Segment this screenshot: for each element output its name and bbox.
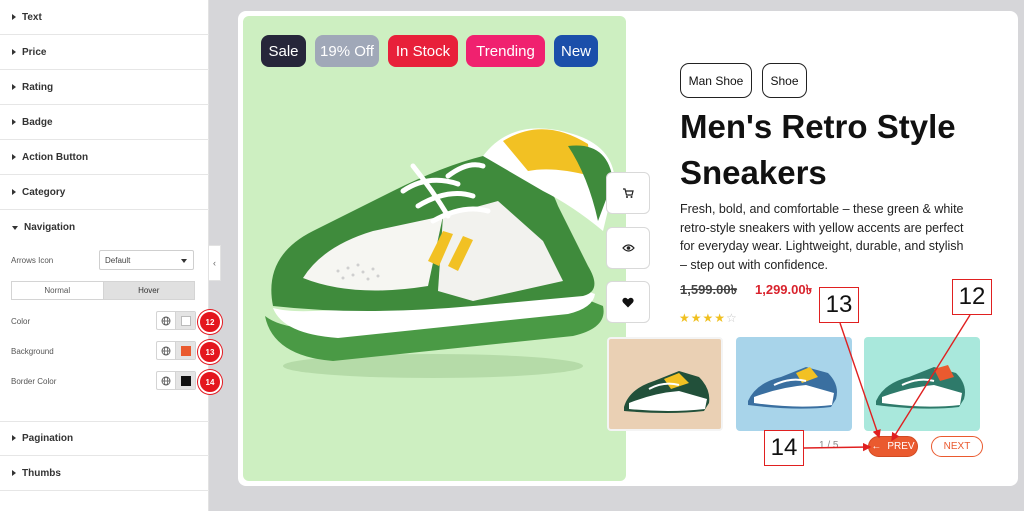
callout-14: 14 bbox=[764, 430, 804, 466]
border-color-picker[interactable] bbox=[156, 371, 196, 390]
stars-filled: ★★★★ bbox=[679, 311, 727, 325]
tag-sale: Sale bbox=[261, 35, 306, 67]
tab-normal[interactable]: Normal bbox=[12, 282, 103, 299]
prev-label: PREV bbox=[887, 441, 915, 452]
product-title: Men's Retro Style Sneakers bbox=[680, 104, 1000, 196]
stars-empty: ☆ bbox=[726, 311, 738, 325]
caret-right-icon bbox=[12, 470, 16, 476]
tag-in-stock: In Stock bbox=[388, 35, 458, 67]
category-man-shoe[interactable]: Man Shoe bbox=[680, 63, 752, 98]
caret-right-icon bbox=[12, 189, 16, 195]
wishlist-button[interactable] bbox=[606, 281, 650, 323]
caret-right-icon bbox=[12, 119, 16, 125]
section-label: Pagination bbox=[22, 432, 74, 444]
arrow-left-icon: ← bbox=[871, 441, 882, 452]
original-price: 1,599.00৳ bbox=[680, 282, 738, 297]
caret-right-icon bbox=[12, 49, 16, 55]
thumb-sneaker-image bbox=[624, 371, 710, 413]
section-rating[interactable]: Rating bbox=[0, 70, 209, 105]
product-title-line1: Men's Retro Style bbox=[680, 108, 956, 145]
product-image bbox=[243, 16, 626, 481]
section-badge[interactable]: Badge bbox=[0, 105, 209, 140]
border-color-label: Border Color bbox=[11, 377, 57, 386]
caret-right-icon bbox=[12, 84, 16, 90]
sale-price: 1,299.00৳ bbox=[755, 282, 813, 297]
section-label: Rating bbox=[22, 81, 54, 93]
arrows-icon-label: Arrows Icon bbox=[11, 256, 54, 265]
caret-right-icon bbox=[12, 14, 16, 20]
step-badge-13: 13 bbox=[198, 340, 222, 364]
thumb-3[interactable] bbox=[864, 337, 980, 431]
section-navigation[interactable]: Navigation bbox=[0, 210, 209, 245]
border-color-swatch[interactable] bbox=[180, 375, 191, 386]
pagination-counter: 1 / 5 bbox=[819, 440, 839, 451]
tab-hover[interactable]: Hover bbox=[102, 282, 194, 299]
section-label: Price bbox=[22, 46, 47, 58]
section-thumbs[interactable]: Thumbs bbox=[0, 456, 209, 491]
color-swatch[interactable] bbox=[180, 315, 191, 326]
cart-icon bbox=[623, 188, 634, 198]
tag-trending: Trending bbox=[466, 35, 545, 67]
thumb-sneaker-image bbox=[748, 367, 837, 409]
thumb-1[interactable] bbox=[607, 337, 723, 431]
category-shoe[interactable]: Shoe bbox=[762, 63, 807, 98]
section-label: Badge bbox=[22, 116, 53, 128]
callout-13: 13 bbox=[819, 287, 859, 323]
section-label: Action Button bbox=[22, 151, 89, 163]
section-price[interactable]: Price bbox=[0, 35, 209, 70]
background-label: Background bbox=[11, 347, 54, 356]
globe-icon[interactable] bbox=[157, 372, 176, 389]
section-pagination[interactable]: Pagination bbox=[0, 421, 209, 456]
arrows-icon-select[interactable]: Default bbox=[99, 250, 194, 270]
quick-view-button[interactable] bbox=[606, 227, 650, 269]
section-action-button[interactable]: Action Button bbox=[0, 140, 209, 175]
arrows-icon-value: Default bbox=[105, 255, 131, 265]
thumb-sneaker-image bbox=[876, 365, 965, 409]
caret-down-icon bbox=[12, 225, 18, 230]
eye-icon bbox=[621, 244, 635, 252]
section-label: Text bbox=[22, 11, 42, 23]
chevron-down-icon bbox=[181, 259, 187, 263]
product-title-line2: Sneakers bbox=[680, 154, 827, 191]
add-to-cart-button[interactable] bbox=[606, 172, 650, 214]
color-label: Color bbox=[11, 317, 31, 326]
product-description: Fresh, bold, and comfortable – these gre… bbox=[680, 202, 964, 272]
globe-icon[interactable] bbox=[157, 342, 176, 359]
section-text[interactable]: Text bbox=[0, 0, 209, 35]
caret-right-icon bbox=[12, 154, 16, 160]
thumb-2[interactable] bbox=[736, 337, 852, 431]
caret-right-icon bbox=[12, 435, 16, 441]
prev-button[interactable]: ← PREV bbox=[868, 436, 918, 457]
step-badge-12: 12 bbox=[198, 310, 222, 334]
background-swatch[interactable] bbox=[180, 345, 191, 356]
settings-panel: Text Price Rating Badge Action Button Ca… bbox=[0, 0, 222, 511]
step-badge-14: 14 bbox=[198, 370, 222, 394]
globe-icon[interactable] bbox=[157, 312, 176, 329]
tag-new: New bbox=[554, 35, 598, 67]
heart-icon bbox=[622, 297, 634, 307]
next-button[interactable]: NEXT bbox=[931, 436, 983, 457]
tag-discount: 19% Off bbox=[315, 35, 379, 67]
section-label: Category bbox=[22, 186, 66, 198]
color-picker[interactable] bbox=[156, 311, 196, 330]
sneaker-illustration bbox=[265, 128, 615, 378]
callout-12: 12 bbox=[952, 279, 992, 315]
section-category[interactable]: Category bbox=[0, 175, 209, 210]
background-picker[interactable] bbox=[156, 341, 196, 360]
star-rating: ★★★★☆ bbox=[679, 311, 738, 325]
collapse-panel-button[interactable]: ‹ bbox=[209, 245, 221, 281]
state-toggle: Normal Hover bbox=[11, 281, 195, 300]
section-label: Thumbs bbox=[22, 467, 61, 479]
section-label: Navigation bbox=[24, 222, 76, 233]
